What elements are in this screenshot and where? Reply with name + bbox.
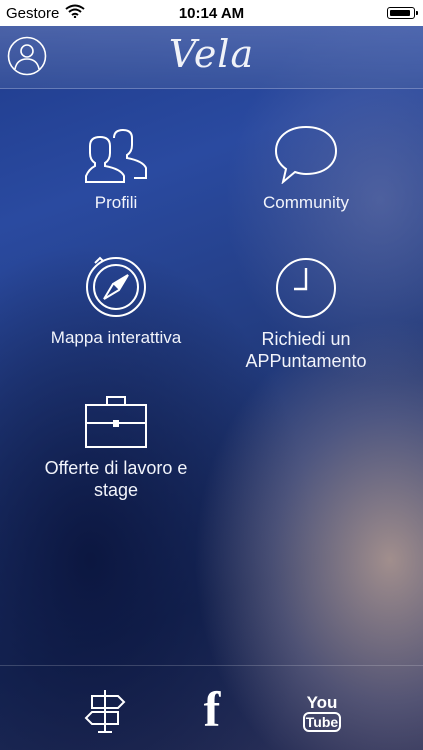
briefcase-icon (85, 396, 147, 448)
status-left: Gestore (6, 4, 85, 22)
footer-divider (0, 665, 423, 666)
signpost-icon (84, 690, 126, 733)
status-bar: Gestore 10:14 AM (0, 0, 423, 26)
carrier-label: Gestore (6, 4, 60, 22)
facebook-button[interactable]: f (199, 683, 225, 735)
signpost-button[interactable] (84, 688, 126, 739)
youtube-button[interactable]: You Tube (300, 694, 344, 732)
tile-mappa[interactable]: Mappa interattiva (36, 255, 196, 348)
battery-icon (387, 7, 418, 19)
youtube-label-top: You (306, 693, 338, 712)
tile-profili[interactable]: Profili (56, 128, 176, 213)
clock-icon (276, 258, 336, 318)
facebook-icon: f (203, 681, 221, 737)
background (0, 0, 423, 750)
tile-label: Offerte di lavoro e stage (44, 458, 188, 500)
app-title: Vela (168, 32, 255, 76)
youtube-label-bottom: Tube (303, 712, 341, 732)
youtube-icon: You Tube (300, 694, 344, 732)
nav-bar: Vela (0, 26, 423, 89)
compass-icon (86, 256, 146, 317)
wifi-icon (65, 4, 85, 22)
tile-community[interactable]: Community (236, 124, 376, 213)
tile-label: Mappa interattiva (50, 328, 182, 347)
tile-appuntamento[interactable]: Richiedi un APPuntamento (226, 256, 386, 372)
tile-offerte[interactable]: Offerte di lavoro e stage (26, 393, 206, 501)
chat-bubble-icon (274, 125, 338, 184)
tile-label: Richiedi un APPuntamento (245, 329, 367, 371)
users-icon (85, 128, 147, 183)
tile-label: Community (263, 193, 349, 212)
tile-label: Profili (94, 193, 138, 212)
